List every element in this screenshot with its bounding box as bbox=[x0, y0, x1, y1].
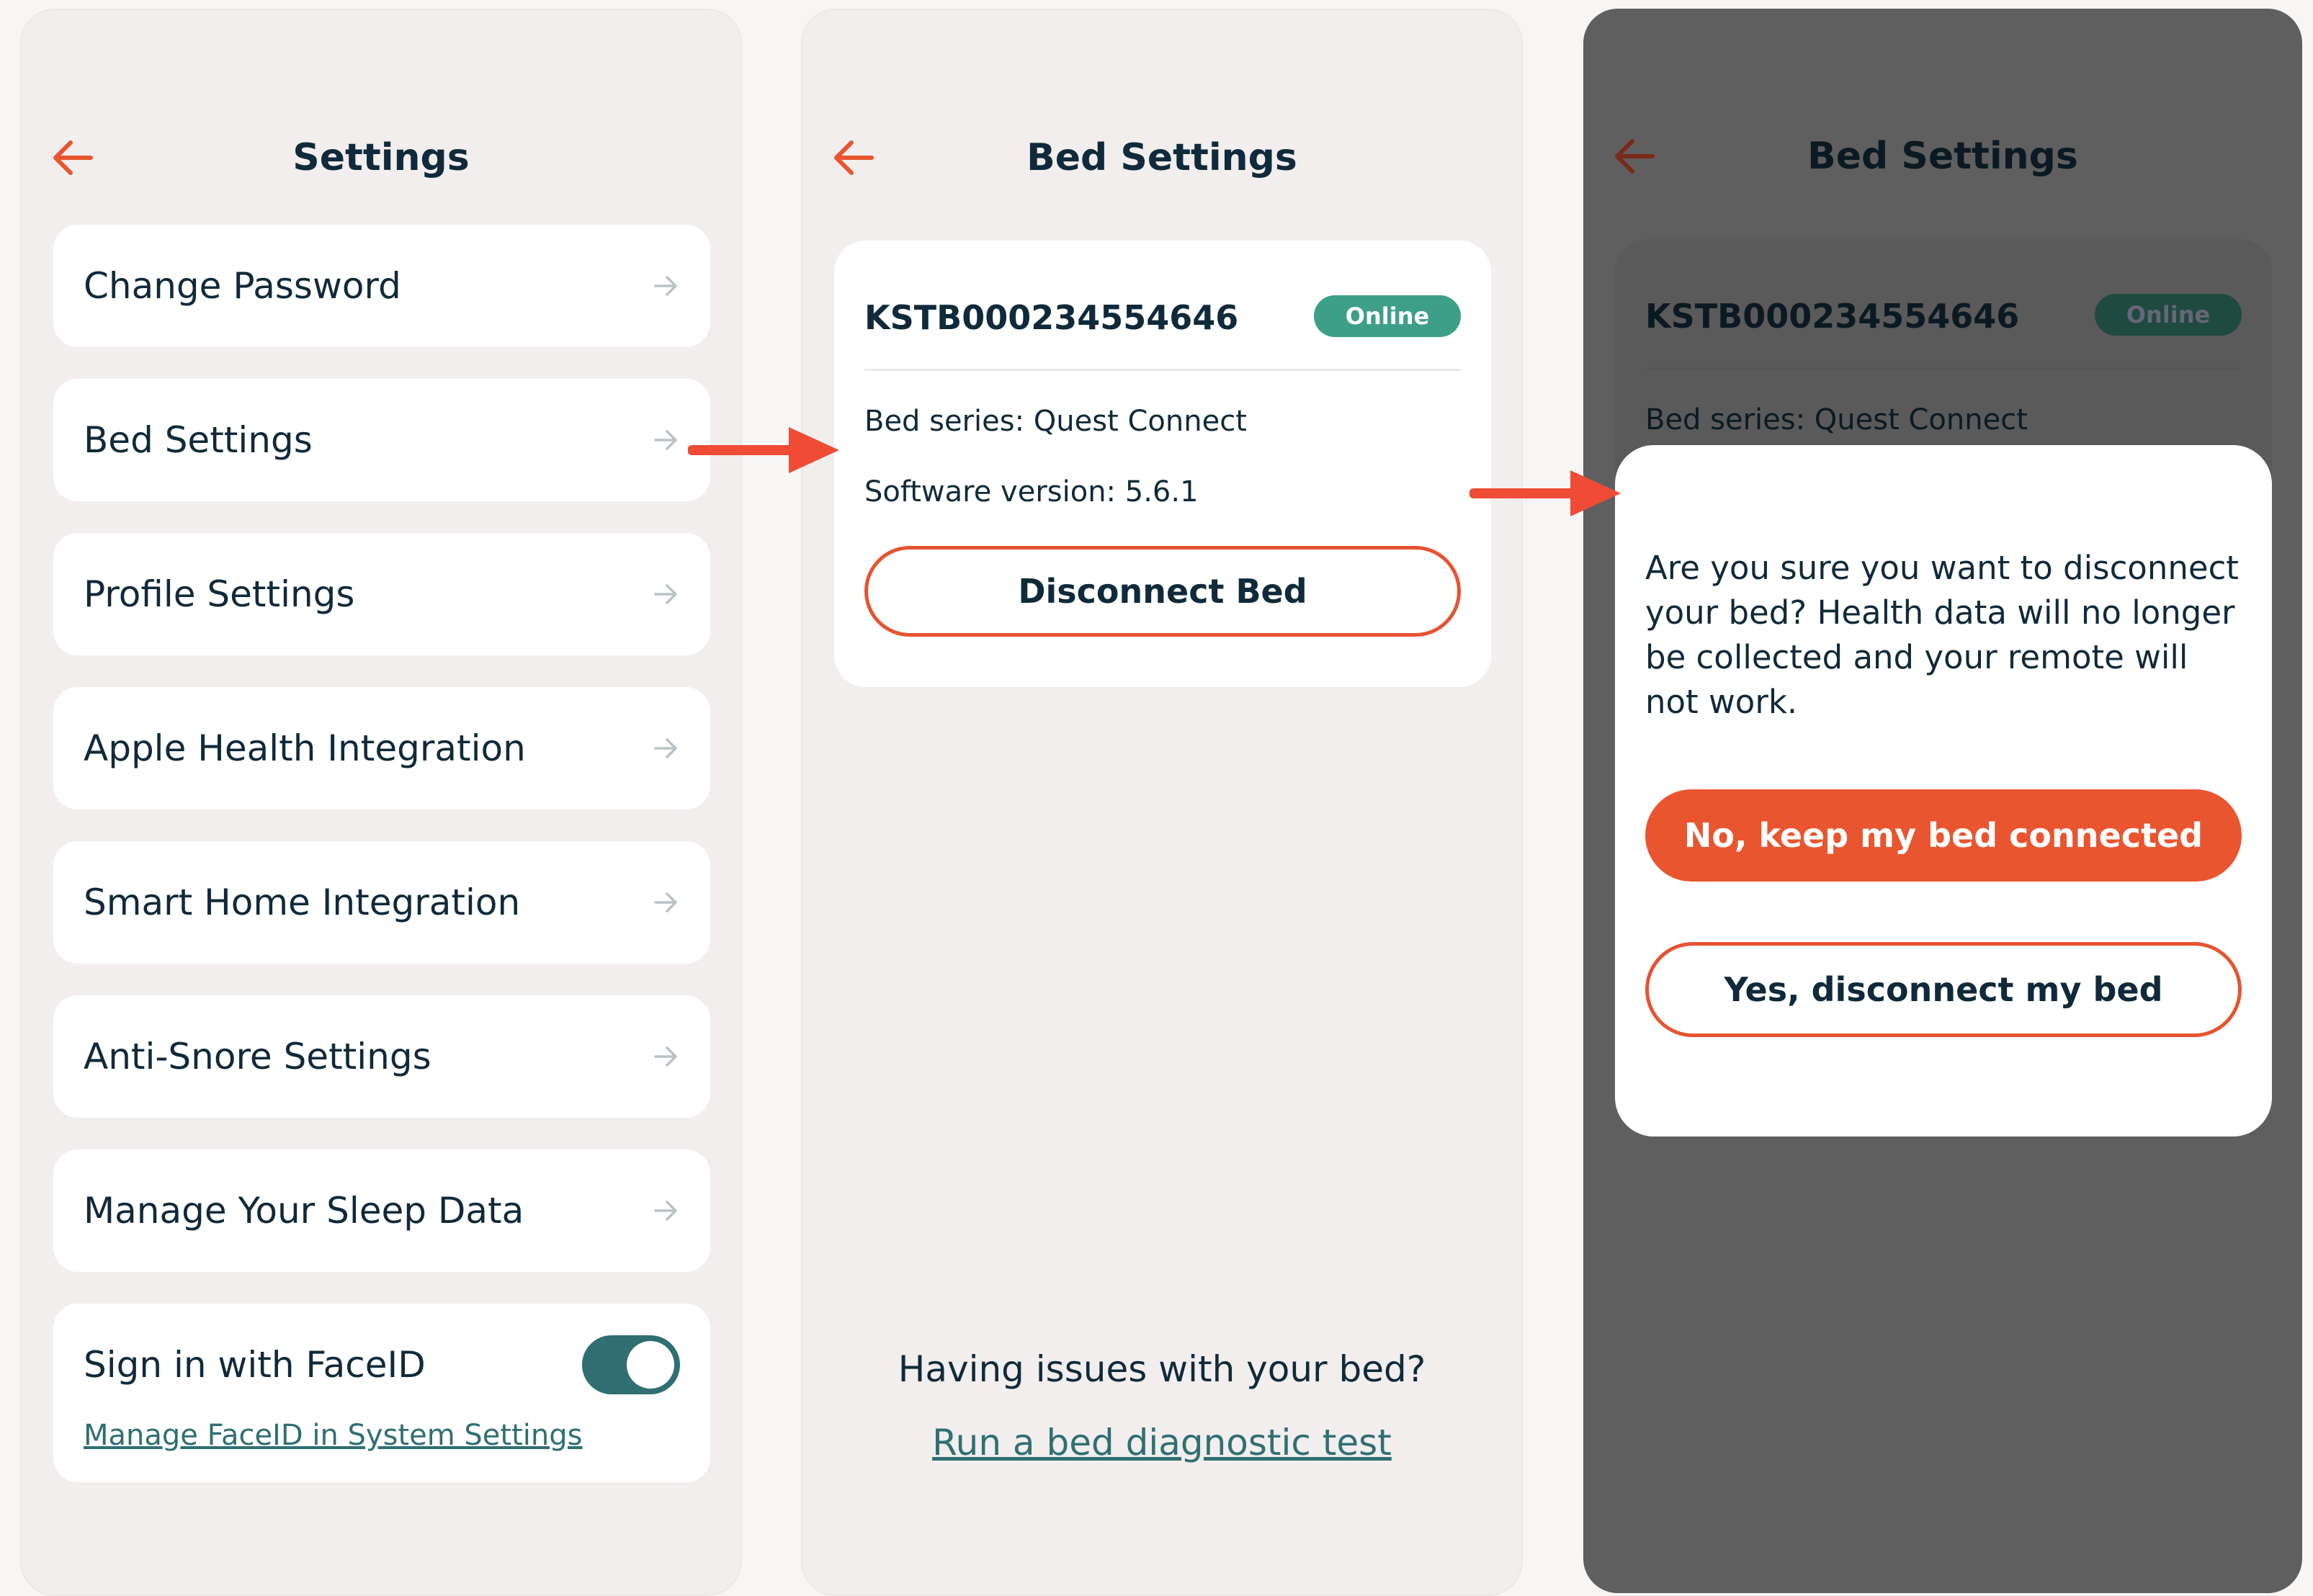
bed-info-card: KSTB000234554646 Online Bed series: Ques… bbox=[834, 241, 1491, 687]
bed-serial: KSTB000234554646 bbox=[864, 298, 1239, 337]
menu-item-anti-snore[interactable]: Anti-Snore Settings bbox=[53, 995, 710, 1118]
menu-item-label: Bed Settings bbox=[84, 419, 313, 461]
bed-serial: KSTB000234554646 bbox=[1645, 297, 2020, 336]
diagnostic-test-link: Run a bed diagnostic test bbox=[802, 1422, 1521, 1463]
settings-screen: Settings Change Password Bed Settings Pr… bbox=[20, 9, 742, 1596]
faceid-card: Sign in with FaceID Manage FaceID in Sys… bbox=[53, 1304, 710, 1482]
divider bbox=[864, 369, 1461, 371]
arrow-right-icon bbox=[654, 738, 677, 758]
menu-item-bed-settings[interactable]: Bed Settings bbox=[53, 379, 710, 501]
divider bbox=[1645, 367, 2242, 369]
bed-series: Bed series: Quest Connect bbox=[1645, 403, 2028, 436]
arrow-right-icon bbox=[654, 1201, 677, 1221]
manage-faceid-link[interactable]: Manage FaceID in System Settings bbox=[84, 1419, 582, 1452]
toggle-knob bbox=[627, 1341, 674, 1389]
flow-arrow-icon bbox=[1469, 470, 1621, 516]
page-title: Bed Settings bbox=[1807, 135, 2078, 178]
arrow-right-icon bbox=[654, 892, 677, 913]
issues-text: Having issues with your bed? bbox=[898, 1348, 1426, 1390]
arrow-right-icon bbox=[654, 276, 677, 296]
faceid-label: Sign in with FaceID bbox=[84, 1344, 426, 1386]
arrow-right-icon bbox=[654, 1046, 677, 1067]
menu-item-change-password[interactable]: Change Password bbox=[53, 225, 710, 347]
menu-item-apple-health[interactable]: Apple Health Integration bbox=[53, 687, 710, 810]
menu-item-label: Manage Your Sleep Data bbox=[84, 1190, 524, 1232]
confirm-disconnect-screen: Bed Settings KSTB000234554646 Online Bed… bbox=[1583, 9, 2302, 1593]
menu-item-label: Anti-Snore Settings bbox=[84, 1036, 431, 1077]
arrow-right-icon bbox=[654, 584, 677, 604]
menu-item-label: Change Password bbox=[84, 265, 401, 307]
confirm-disconnect-button[interactable]: Yes, disconnect my bed bbox=[1645, 942, 2242, 1037]
bed-settings-screen: Bed Settings KSTB000234554646 Online Bed… bbox=[801, 9, 1523, 1596]
menu-item-label: Smart Home Integration bbox=[84, 882, 521, 923]
keep-connected-button[interactable]: No, keep my bed connected bbox=[1645, 789, 2242, 882]
menu-item-smart-home[interactable]: Smart Home Integration bbox=[53, 841, 710, 964]
disconnect-bed-button[interactable]: Disconnect Bed bbox=[864, 546, 1461, 637]
flow-arrow-icon bbox=[688, 427, 839, 473]
status-badge: Online bbox=[1314, 295, 1461, 337]
confirm-dialog: Are you sure you want to disconnect your… bbox=[1615, 445, 2272, 1137]
status-badge: Online bbox=[2095, 294, 2242, 336]
diagnostic-test-link-text[interactable]: Run a bed diagnostic test bbox=[932, 1422, 1392, 1463]
menu-item-label: Profile Settings bbox=[84, 573, 355, 615]
menu-item-sleep-data[interactable]: Manage Your Sleep Data bbox=[53, 1149, 710, 1272]
bed-series: Bed series: Quest Connect bbox=[864, 405, 1247, 438]
menu-item-label: Apple Health Integration bbox=[84, 727, 526, 769]
page-title: Bed Settings bbox=[1026, 136, 1297, 179]
arrow-right-icon bbox=[654, 430, 677, 450]
page-title: Settings bbox=[292, 136, 470, 179]
dialog-message: Are you sure you want to disconnect your… bbox=[1645, 549, 2239, 721]
faceid-toggle[interactable] bbox=[582, 1335, 680, 1394]
software-version: Software version: 5.6.1 bbox=[864, 475, 1199, 508]
menu-item-profile-settings[interactable]: Profile Settings bbox=[53, 533, 710, 655]
